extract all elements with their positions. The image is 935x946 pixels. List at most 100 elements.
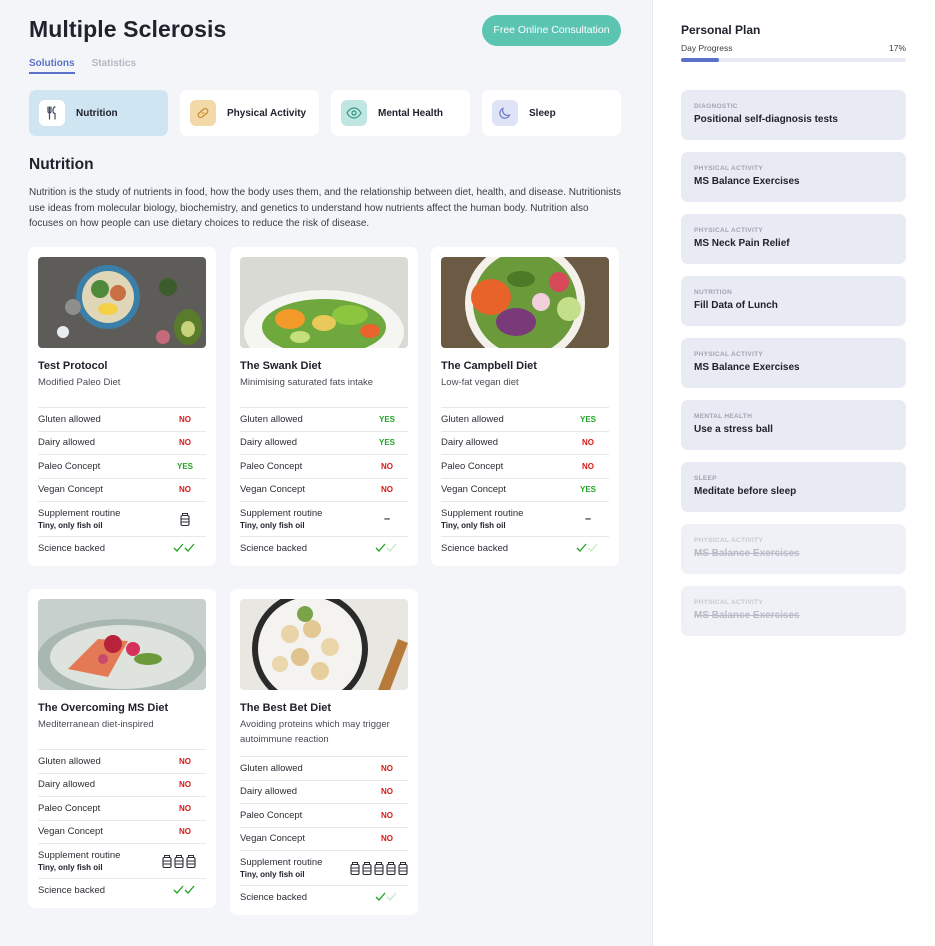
diet-name: The Overcoming MS Diet (38, 702, 169, 714)
category-nutrition[interactable]: Nutrition (29, 90, 168, 136)
main-content: Multiple Sclerosis Free Online Consultat… (0, 0, 652, 946)
task-category: MENTAL HEALTH (694, 413, 753, 420)
paleo-row: Paleo Concept NO (38, 796, 206, 820)
diet-card[interactable]: The Overcoming MS Diet Mediterranean die… (28, 589, 216, 908)
plan-task[interactable]: PHYSICAL ACTIVITY MS Neck Pain Relief (681, 214, 906, 264)
row-label: Supplement routine (38, 850, 121, 861)
row-label: Dairy allowed (240, 786, 298, 798)
salmon-dish-image (38, 599, 206, 690)
row-label: Vegan Concept (240, 833, 305, 845)
category-label: Physical Activity (227, 107, 307, 119)
diet-name: The Campbell Diet (441, 360, 537, 372)
supplement-jar-icon (398, 861, 408, 875)
supplement-jar-icon (386, 861, 396, 875)
row-sublabel: Tiny, only fish oil (441, 521, 506, 530)
supplement-jar-icon (362, 861, 372, 875)
row-label: Gluten allowed (38, 755, 101, 767)
plan-title: Personal Plan (681, 23, 761, 37)
plan-task[interactable]: NUTRITION Fill Data of Lunch (681, 276, 906, 326)
check-icon (375, 892, 397, 902)
paleo-row: Paleo Concept NO (441, 454, 609, 478)
diet-subtitle: Mediterranean diet-inspired (38, 719, 154, 730)
diet-subtitle: Minimising saturated fats intake (240, 377, 374, 388)
dairy-value: YES (378, 438, 395, 448)
supplement-jar-icon (180, 512, 190, 526)
category-mental-health[interactable]: Mental Health (331, 90, 470, 136)
row-sublabel: Tiny, only fish oil (38, 863, 103, 872)
row-label: Paleo Concept (240, 809, 303, 821)
supplement-jar-icon (186, 854, 196, 868)
science-checks (164, 543, 206, 553)
supplement-none: – (584, 513, 592, 525)
row-label: Science backed (240, 891, 308, 903)
diet-name: The Best Bet Diet (240, 702, 332, 714)
task-category: PHYSICAL ACTIVITY (694, 351, 764, 358)
check-icon (173, 543, 195, 553)
vegan-row: Vegan Concept YES (441, 477, 609, 502)
row-label: Gluten allowed (240, 762, 303, 774)
plan-task[interactable]: MENTAL HEALTH Use a stress ball (681, 400, 906, 450)
task-category: DIAGNOSTIC (694, 103, 738, 110)
bandage-icon (190, 100, 216, 126)
vegan-value: NO (179, 485, 191, 495)
row-sublabel: Tiny, only fish oil (240, 870, 305, 879)
gluten-value: NO (179, 414, 191, 424)
row-label: Science backed (38, 884, 106, 896)
category-physical-activity[interactable]: Physical Activity (180, 90, 319, 136)
row-label: Supplement routine (240, 508, 323, 519)
plan-task[interactable]: DIAGNOSTIC Positional self-diagnosis test… (681, 90, 906, 140)
vegan-row: Vegan Concept NO (38, 819, 206, 844)
progress-fill (681, 58, 720, 62)
chicken-rolls-image (240, 599, 408, 690)
science-checks (366, 892, 408, 902)
row-sublabel: Tiny, only fish oil (240, 521, 305, 530)
diet-name: Test Protocol (38, 360, 108, 372)
task-name: MS Balance Exercises (694, 610, 800, 621)
diet-card[interactable]: The Best Bet Diet Avoiding proteins whic… (230, 589, 418, 915)
gluten-value: NO (381, 763, 393, 773)
diet-card[interactable]: Test Protocol Modified Paleo Diet Gluten… (28, 247, 216, 566)
science-checks (567, 543, 609, 553)
tab-bar: Solutions Statistics (29, 58, 136, 74)
plan-task[interactable]: SLEEP Meditate before sleep (681, 462, 906, 512)
paleo-row: Paleo Concept NO (240, 803, 408, 827)
tab-statistics[interactable]: Statistics (92, 58, 136, 74)
category-sleep[interactable]: Sleep (482, 90, 621, 136)
vegan-value: NO (179, 827, 191, 837)
row-label: Science backed (240, 542, 308, 554)
row-label: Supplement routine (38, 508, 121, 519)
dairy-value: NO (179, 438, 191, 448)
tab-solutions[interactable]: Solutions (29, 58, 75, 74)
supplement-jar-icon (162, 854, 172, 868)
plan-task[interactable]: PHYSICAL ACTIVITY MS Balance Exercises (681, 586, 906, 636)
dairy-row: Dairy allowed NO (240, 779, 408, 804)
category-label: Sleep (529, 107, 556, 119)
task-name: Positional self-diagnosis tests (694, 114, 838, 125)
science-checks (164, 885, 206, 895)
gluten-row: Gluten allowed NO (240, 756, 408, 780)
science-row: Science backed (441, 536, 609, 560)
row-label: Paleo Concept (38, 460, 101, 472)
row-label: Dairy allowed (441, 437, 499, 449)
task-category: PHYSICAL ACTIVITY (694, 537, 764, 544)
task-name: MS Balance Exercises (694, 548, 800, 559)
check-icon (576, 543, 598, 553)
supplement-row: Supplement routine Tiny, only fish oil (240, 850, 408, 885)
task-category: PHYSICAL ACTIVITY (694, 599, 764, 606)
category-label: Mental Health (378, 107, 444, 119)
supplement-jars (350, 861, 408, 875)
plan-task[interactable]: PHYSICAL ACTIVITY MS Balance Exercises (681, 338, 906, 388)
diet-subtitle: Avoiding proteins which may trigger auto… (240, 719, 390, 745)
task-name: MS Neck Pain Relief (694, 238, 790, 249)
row-label: Dairy allowed (38, 779, 96, 791)
supplement-none: – (383, 513, 391, 525)
free-consultation-button[interactable]: Free Online Consultation (482, 15, 621, 46)
diet-card[interactable]: The Swank Diet Minimising saturated fats… (230, 247, 418, 566)
gluten-row: Gluten allowed YES (240, 407, 408, 431)
task-category: PHYSICAL ACTIVITY (694, 227, 764, 234)
diet-card[interactable]: The Campbell Diet Low-fat vegan diet Glu… (431, 247, 619, 566)
plan-task[interactable]: PHYSICAL ACTIVITY MS Balance Exercises (681, 152, 906, 202)
plan-task[interactable]: PHYSICAL ACTIVITY MS Balance Exercises (681, 524, 906, 574)
dairy-value: NO (381, 787, 393, 797)
row-label: Dairy allowed (240, 437, 298, 449)
